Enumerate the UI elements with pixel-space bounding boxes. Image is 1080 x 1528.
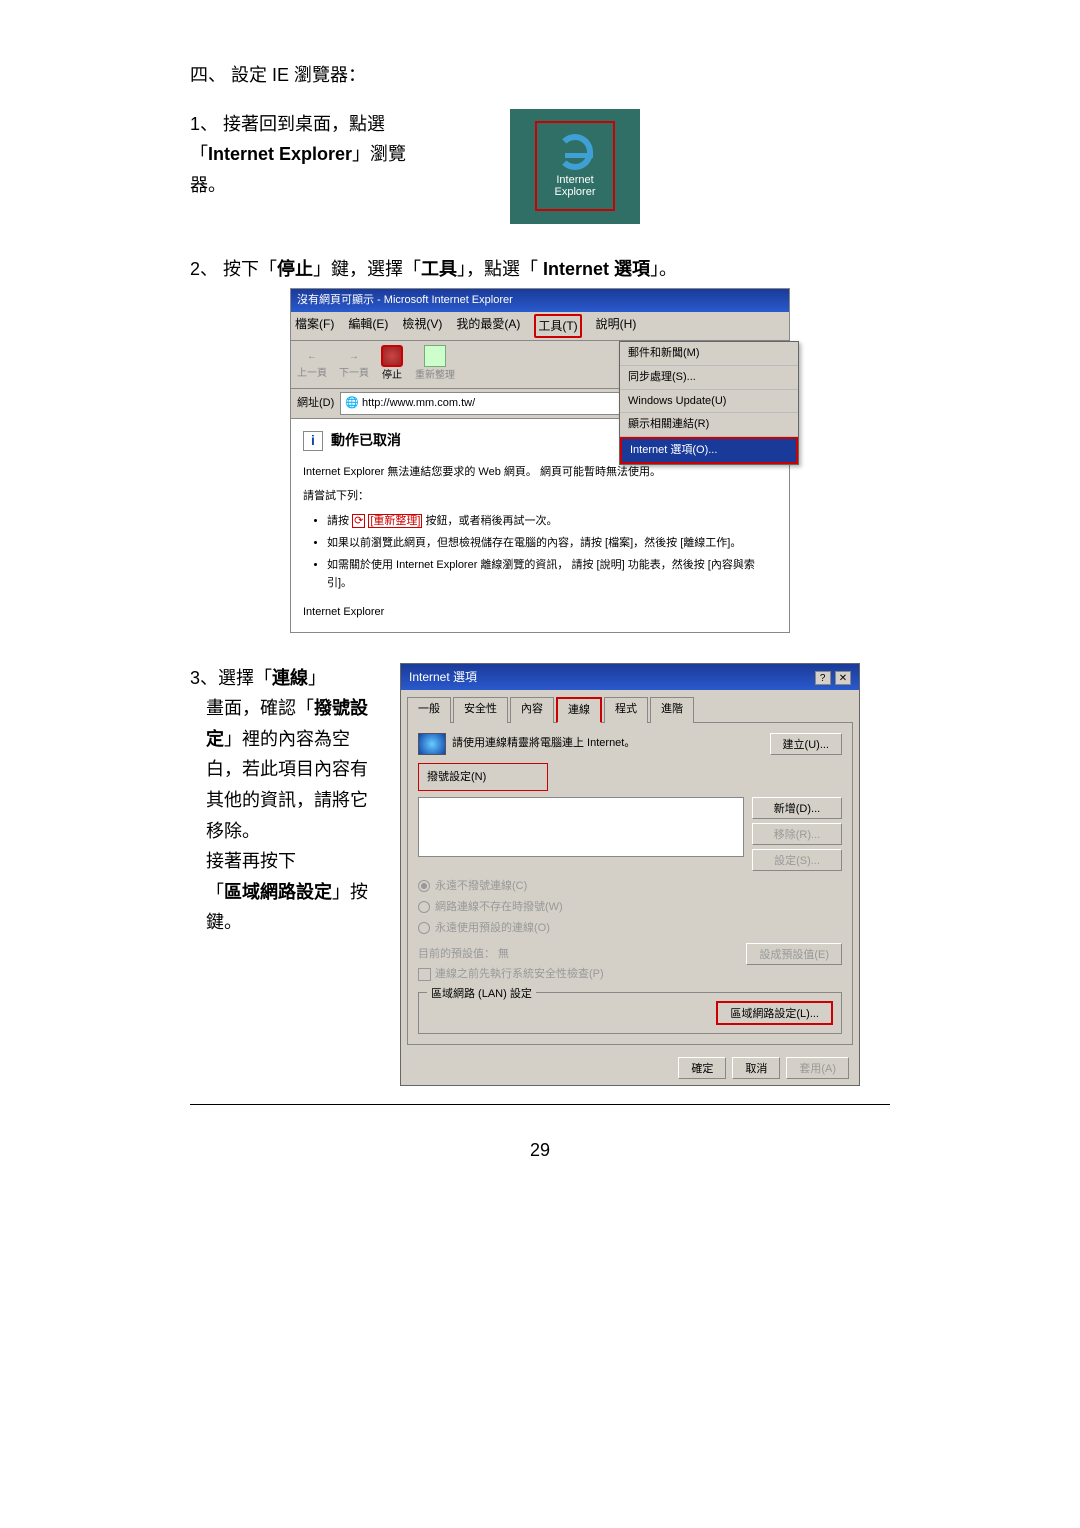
page-number: 29 xyxy=(190,1135,890,1166)
help-button[interactable]: ? xyxy=(815,671,831,685)
step-2: 2、 按下「停止」鍵，選擇「工具」，點選「 Internet 選項」。 沒有網頁… xyxy=(190,254,890,633)
step3-num: 3、 xyxy=(190,668,218,688)
dial-radio-group: 永遠不撥號連線(C) 網路連線不存在時撥號(W) 永遠使用預設的連線(O) xyxy=(418,877,842,937)
back-button[interactable]: ←上一頁 xyxy=(297,348,327,382)
dialup-listbox[interactable] xyxy=(418,797,744,857)
step2-num: 2、 xyxy=(190,259,218,279)
forward-button[interactable]: →下一頁 xyxy=(339,348,369,382)
tools-dropdown: 郵件和新聞(M) 同步處理(S)... Windows Update(U) 顯示… xyxy=(619,341,799,464)
tab-content[interactable]: 內容 xyxy=(510,697,554,723)
stop-icon xyxy=(381,345,403,367)
security-check-checkbox[interactable]: 連線之前先執行系統安全性檢查(P) xyxy=(418,965,842,984)
section-title: 四、 設定 IE 瀏覽器： xyxy=(190,60,890,91)
step1-bold: Internet Explorer xyxy=(208,144,352,164)
desktop-icon-area: Internet Explorer xyxy=(510,109,640,224)
lan-settings-group: 區域網路 (LAN) 設定 區域網路設定(L)... xyxy=(418,992,842,1034)
menu-help[interactable]: 說明(H) xyxy=(596,314,637,338)
menu-item-internet-options[interactable]: Internet 選項(O)... xyxy=(620,437,798,464)
step-1: 1、 接著回到桌面，點選「Internet Explorer」瀏覽器。 Inte… xyxy=(190,109,890,224)
step-3: 3、選擇「連線」 畫面，確認「撥號設定」裡的內容為空白，若此項目內容有其他的資訊… xyxy=(190,663,890,1087)
menu-edit[interactable]: 編輯(E) xyxy=(348,314,388,338)
ie-logo-icon xyxy=(557,134,593,170)
refresh-button[interactable]: 重新整理 xyxy=(415,345,455,384)
setup-button[interactable]: 建立(U)... xyxy=(770,733,842,755)
set-default-button[interactable]: 設成預設值(E) xyxy=(746,943,842,965)
settings-button[interactable]: 設定(S)... xyxy=(752,849,842,871)
dialog-titlebar: Internet 選項 ? ✕ xyxy=(401,664,859,690)
window-titlebar: 沒有網頁可顯示 - Microsoft Internet Explorer xyxy=(291,289,789,312)
dialup-settings-label: 撥號設定(N) xyxy=(418,763,548,792)
ie-desktop-icon[interactable]: Internet Explorer xyxy=(535,121,615,211)
cancelled-title: 動作已取消 xyxy=(331,429,401,453)
error-li1: 請按 ⟳ [重新整理] 按鈕，或者稍後再試一次。 xyxy=(327,512,777,531)
divider xyxy=(190,1104,890,1105)
error-p2: 請嘗試下列： xyxy=(303,487,777,506)
ie-browser-window: 沒有網頁可顯示 - Microsoft Internet Explorer 檔案… xyxy=(290,288,790,632)
error-footer: Internet Explorer xyxy=(303,603,777,622)
lan-settings-button[interactable]: 區域網路設定(L)... xyxy=(716,1001,833,1025)
conn-wizard-text: 請使用連線精靈將電腦連上 Internet。 xyxy=(452,734,635,753)
globe-icon xyxy=(418,733,446,755)
add-button[interactable]: 新增(D)... xyxy=(752,797,842,819)
menu-item-sync[interactable]: 同步處理(S)... xyxy=(620,366,798,390)
tab-connections[interactable]: 連線 xyxy=(556,697,602,723)
remove-button[interactable]: 移除(R)... xyxy=(752,823,842,845)
current-default-label: 目前的預設值： 無 xyxy=(418,945,509,964)
menu-bar: 檔案(F) 編輯(E) 檢視(V) 我的最愛(A) 工具(T) 說明(H) xyxy=(291,312,789,341)
error-li2: 如果以前瀏覽此網頁，但想檢視儲存在電腦的內容，請按 [檔案]，然後按 [離線工作… xyxy=(327,534,777,553)
radio-dial-when-no-net[interactable]: 網路連線不存在時撥號(W) xyxy=(418,898,842,917)
tab-security[interactable]: 安全性 xyxy=(453,697,508,723)
tab-programs[interactable]: 程式 xyxy=(604,697,648,723)
menu-view[interactable]: 檢視(V) xyxy=(402,314,442,338)
radio-always-dial[interactable]: 永遠使用預設的連線(O) xyxy=(418,919,842,938)
address-label: 網址(D) xyxy=(297,394,334,413)
menu-file[interactable]: 檔案(F) xyxy=(295,314,334,338)
step1-num: 1、 xyxy=(190,114,218,134)
menu-favorites[interactable]: 我的最愛(A) xyxy=(456,314,520,338)
ok-button[interactable]: 確定 xyxy=(678,1057,726,1079)
radio-never-dial[interactable]: 永遠不撥號連線(C) xyxy=(418,877,842,896)
cancel-button[interactable]: 取消 xyxy=(732,1057,780,1079)
close-button[interactable]: ✕ xyxy=(835,671,851,685)
error-li3: 如需關於使用 Internet Explorer 離線瀏覽的資訊， 請按 [說明… xyxy=(327,556,777,593)
menu-item-related[interactable]: 顯示相關連結(R) xyxy=(620,413,798,437)
internet-options-dialog: Internet 選項 ? ✕ 一般 安全性 內容 連線 程式 進階 請使用連線… xyxy=(400,663,860,1087)
lan-legend: 區域網路 (LAN) 設定 xyxy=(427,985,536,1004)
refresh-icon xyxy=(424,345,446,367)
error-p1: Internet Explorer 無法連結您要求的 Web 網頁。 網頁可能暫… xyxy=(303,463,777,482)
menu-item-windows-update[interactable]: Windows Update(U) xyxy=(620,390,798,414)
toolbar: ←上一頁 →下一頁 停止 重新整理 郵件和新聞(M) 同步處理(S)... Wi… xyxy=(291,341,789,389)
tab-strip: 一般 安全性 內容 連線 程式 進階 xyxy=(401,690,859,722)
stop-button[interactable]: 停止 xyxy=(381,345,403,384)
tab-general[interactable]: 一般 xyxy=(407,697,451,723)
menu-item-mail[interactable]: 郵件和新聞(M) xyxy=(620,342,798,366)
menu-tools[interactable]: 工具(T) xyxy=(534,314,581,338)
tab-advanced[interactable]: 進階 xyxy=(650,697,694,723)
info-icon: i xyxy=(303,431,323,451)
apply-button[interactable]: 套用(A) xyxy=(786,1057,849,1079)
